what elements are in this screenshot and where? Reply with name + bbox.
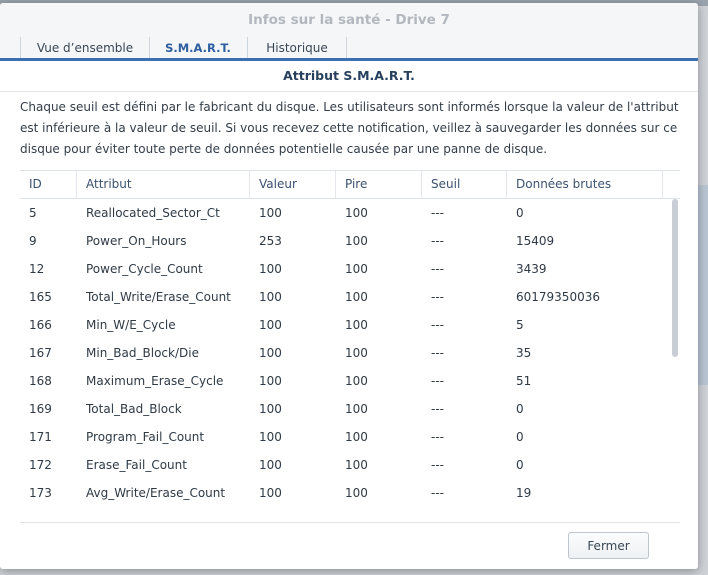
cell-attribute: Avg_Write/Erase_Count (86, 486, 226, 500)
cell-attribute: Min_W/E_Cycle (86, 318, 176, 332)
cell-worst: 100 (345, 262, 368, 276)
cell-raw-data: 35 (516, 346, 532, 360)
cell-attribute: Power_On_Hours (86, 234, 187, 248)
smart-attribute-table: ID Attribut Valeur Pire Seuil Données br… (20, 170, 680, 522)
table-row[interactable]: 5 Reallocated_Sector_Ct 100 100 --- 0 (20, 199, 670, 227)
cell-threshold: --- (431, 262, 444, 276)
cell-raw-data: 15409 (516, 234, 555, 248)
cell-raw-data: 19 (516, 486, 532, 500)
cell-worst: 100 (345, 458, 368, 472)
section-title: Attribut S.M.A.R.T. (0, 61, 698, 92)
cell-attribute: Reallocated_Sector_Ct (86, 206, 220, 220)
cell-value: 100 (259, 318, 282, 332)
cell-id: 168 (29, 374, 52, 388)
cell-raw-data: 3439 (516, 262, 547, 276)
cell-threshold: --- (431, 346, 444, 360)
table-body: 5 Reallocated_Sector_Ct 100 100 --- 0 9 Power_O… (20, 199, 670, 507)
table-row[interactable]: 172 Erase_Fail_Count 100 100 --- 0 (20, 451, 670, 479)
background-panel (698, 185, 708, 385)
cell-raw-data: 0 (516, 458, 524, 472)
column-header-value[interactable]: Valeur (250, 171, 336, 198)
cell-threshold: --- (431, 374, 444, 388)
table-row[interactable]: 173 Avg_Write/Erase_Count 100 100 --- 19 (20, 479, 670, 507)
section-description: Chaque seuil est défini par le fabricant… (20, 100, 679, 156)
cell-value: 100 (259, 458, 282, 472)
cell-value: 253 (259, 234, 282, 248)
cell-threshold: --- (431, 318, 444, 332)
cell-threshold: --- (431, 234, 444, 248)
cell-worst: 100 (345, 290, 368, 304)
cell-threshold: --- (431, 430, 444, 444)
cell-id: 5 (29, 206, 37, 220)
column-header-id[interactable]: ID (20, 171, 77, 198)
column-header-worst[interactable]: Pire (336, 171, 422, 198)
cell-worst: 100 (345, 318, 368, 332)
cell-attribute: Maximum_Erase_Cycle (86, 374, 224, 388)
cell-threshold: --- (431, 402, 444, 416)
health-info-dialog: Infos sur la santé - Drive 7 Vue d’ensem… (0, 3, 698, 569)
cell-raw-data: 60179350036 (516, 290, 600, 304)
cell-worst: 100 (345, 346, 368, 360)
cell-threshold: --- (431, 290, 444, 304)
cell-id: 165 (29, 290, 52, 304)
table-row[interactable]: 165 Total_Write/Erase_Count 100 100 --- 60179… (20, 283, 670, 311)
cell-id: 12 (29, 262, 45, 276)
cell-value: 100 (259, 262, 282, 276)
cell-attribute: Total_Bad_Block (86, 402, 182, 416)
close-button[interactable]: Fermer (568, 532, 649, 559)
cell-raw-data: 0 (516, 430, 524, 444)
cell-value: 100 (259, 206, 282, 220)
cell-raw-data: 5 (516, 318, 524, 332)
cell-value: 100 (259, 374, 282, 388)
cell-id: 172 (29, 458, 52, 472)
smart-panel: Attribut S.M.A.R.T. Chaque seuil est déf… (0, 61, 698, 569)
cell-value: 100 (259, 486, 282, 500)
table-scrollbar[interactable] (672, 199, 678, 357)
cell-attribute: Min_Bad_Block/Die (86, 346, 199, 360)
cell-worst: 100 (345, 374, 368, 388)
dialog-title: Infos sur la santé - Drive 7 (0, 3, 698, 37)
cell-raw-data: 0 (516, 206, 524, 220)
table-row[interactable]: 167 Min_Bad_Block/Die 100 100 --- 35 (20, 339, 670, 367)
cell-value: 100 (259, 346, 282, 360)
tab-bar: Vue d’ensemble S.M.A.R.T. Historique (0, 37, 698, 61)
cell-id: 9 (29, 234, 37, 248)
cell-attribute: Power_Cycle_Count (86, 262, 203, 276)
column-header-raw-data[interactable]: Données brutes (507, 171, 663, 198)
cell-attribute: Total_Write/Erase_Count (86, 290, 231, 304)
cell-threshold: --- (431, 458, 444, 472)
cell-worst: 100 (345, 430, 368, 444)
cell-worst: 100 (345, 206, 368, 220)
cell-threshold: --- (431, 206, 444, 220)
cell-value: 100 (259, 290, 282, 304)
table-header: ID Attribut Valeur Pire Seuil Données br… (20, 171, 680, 199)
cell-id: 166 (29, 318, 52, 332)
cell-id: 169 (29, 402, 52, 416)
column-header-attribute[interactable]: Attribut (77, 171, 250, 198)
footer-divider (20, 522, 680, 523)
table-row[interactable]: 9 Power_On_Hours 253 100 --- 15409 (20, 227, 670, 255)
cell-id: 167 (29, 346, 52, 360)
table-row[interactable]: 171 Program_Fail_Count 100 100 --- 0 (20, 423, 670, 451)
cell-id: 171 (29, 430, 52, 444)
cell-raw-data: 51 (516, 374, 532, 388)
cell-attribute: Erase_Fail_Count (86, 458, 187, 472)
cell-id: 173 (29, 486, 52, 500)
column-header-threshold[interactable]: Seuil (422, 171, 507, 198)
cell-threshold: --- (431, 486, 444, 500)
cell-worst: 100 (345, 486, 368, 500)
cell-value: 100 (259, 430, 282, 444)
cell-worst: 100 (345, 402, 368, 416)
table-row[interactable]: 12 Power_Cycle_Count 100 100 --- 3439 (20, 255, 670, 283)
table-row[interactable]: 166 Min_W/E_Cycle 100 100 --- 5 (20, 311, 670, 339)
cell-value: 100 (259, 402, 282, 416)
tab-smart[interactable]: S.M.A.R.T. (149, 37, 248, 58)
tab-overview[interactable]: Vue d’ensemble (20, 37, 150, 58)
tab-history[interactable]: Historique (248, 37, 347, 58)
table-row[interactable]: 168 Maximum_Erase_Cycle 100 100 --- 51 (20, 367, 670, 395)
table-row[interactable]: 169 Total_Bad_Block 100 100 --- 0 (20, 395, 670, 423)
cell-worst: 100 (345, 234, 368, 248)
cell-raw-data: 0 (516, 402, 524, 416)
cell-attribute: Program_Fail_Count (86, 430, 205, 444)
